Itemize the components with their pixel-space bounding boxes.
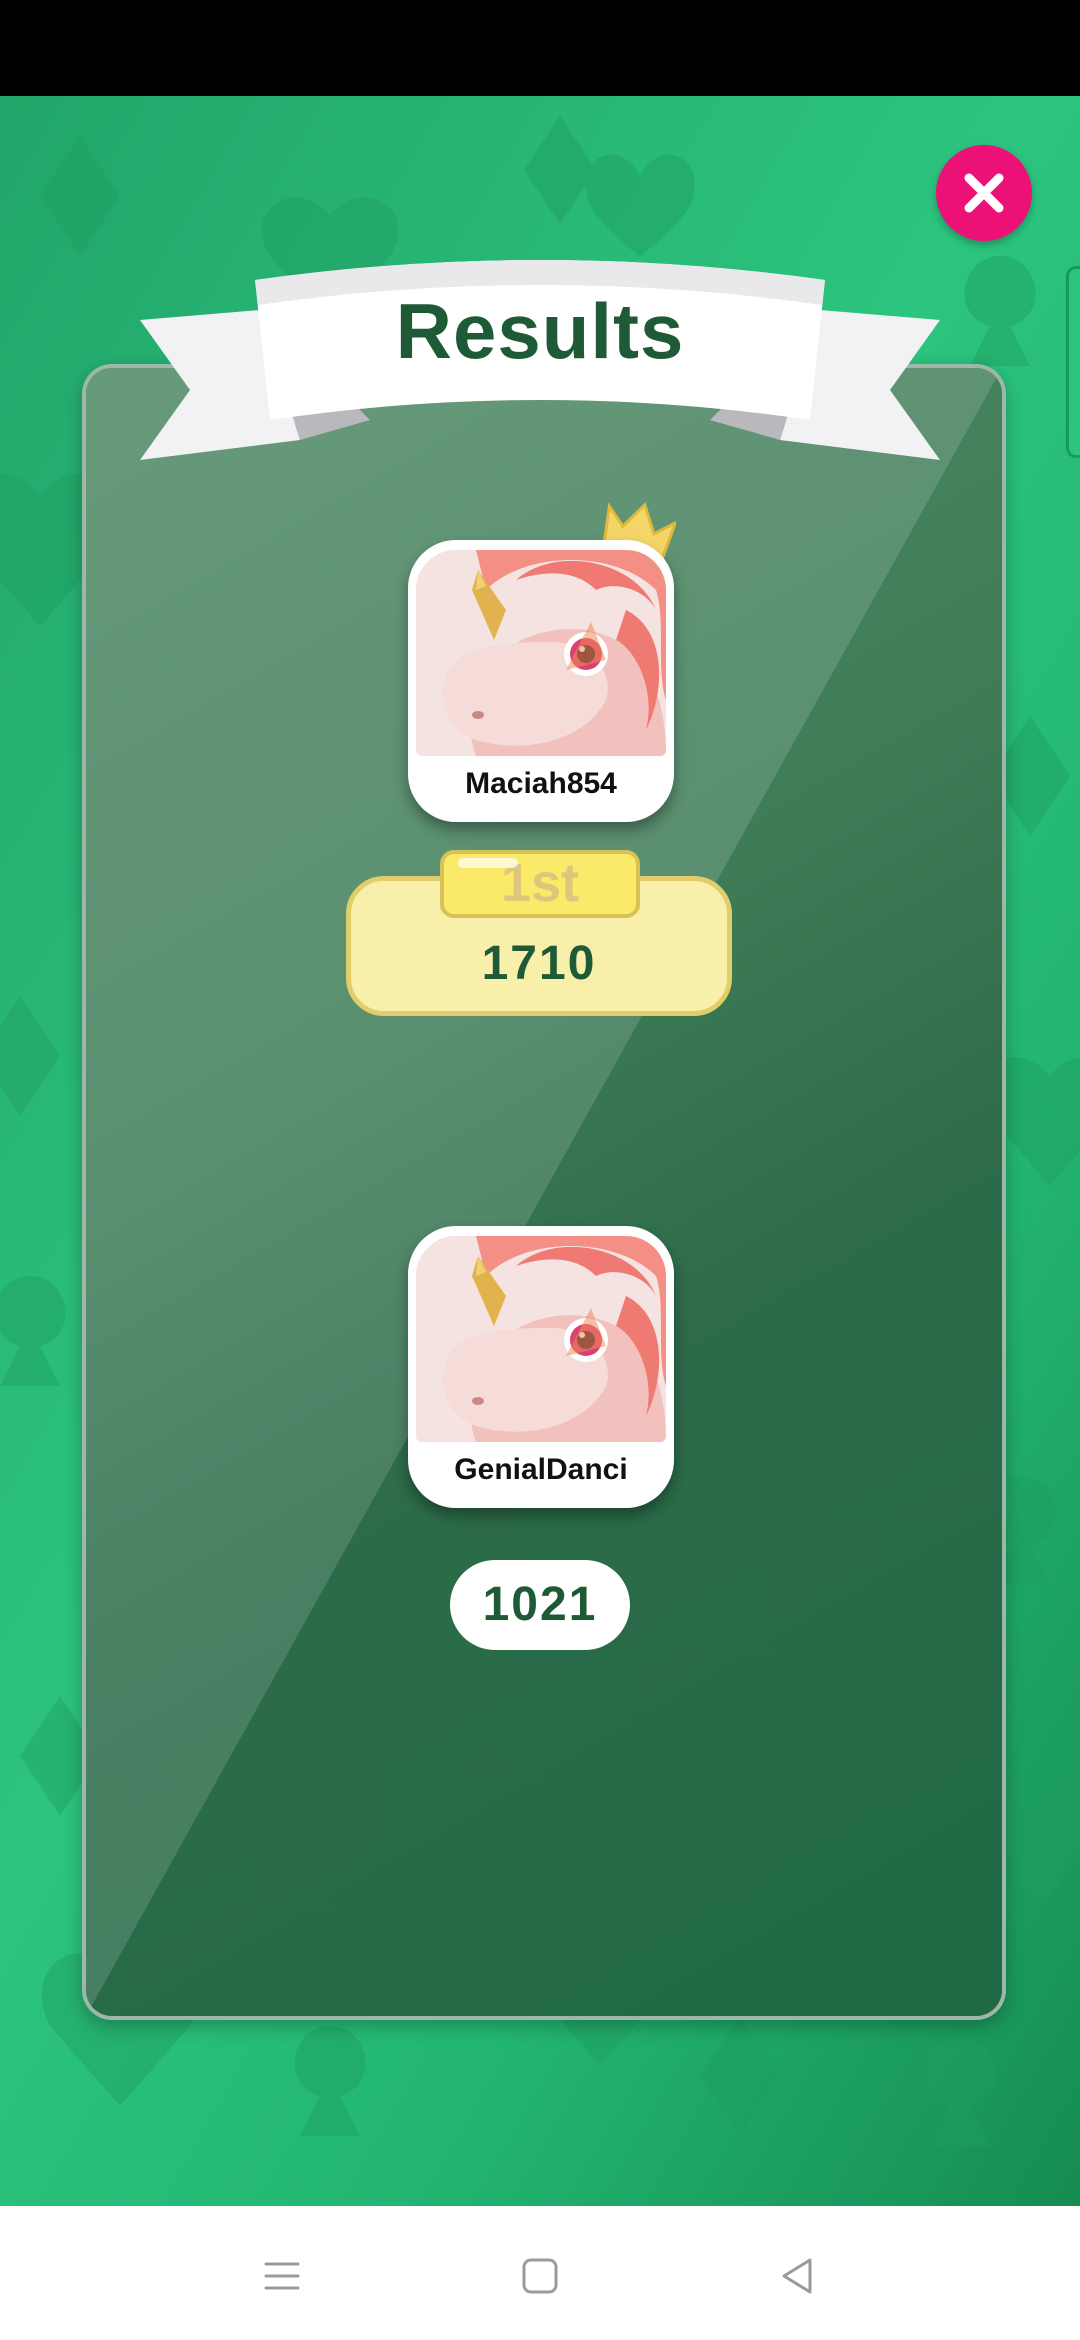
score-value-second: 1021 <box>450 1560 630 1650</box>
page-title: Results <box>395 287 685 375</box>
system-nav-bar <box>0 2206 1080 2340</box>
home-button[interactable] <box>510 2246 570 2306</box>
score-value-first: 1710 <box>481 937 597 990</box>
player-card-first: Maciah854 <box>408 540 674 822</box>
recent-apps-button[interactable] <box>252 2246 312 2306</box>
player-name: GenialDanci <box>454 1453 628 1486</box>
menu-icon <box>264 2262 300 2290</box>
player-name: Maciah854 <box>465 767 617 800</box>
close-icon <box>964 173 1004 213</box>
rank-badge: 1st <box>440 850 640 918</box>
avatar <box>416 1236 666 1442</box>
unicorn-avatar-image <box>416 550 666 756</box>
player-card-second: GenialDanci <box>408 1226 674 1508</box>
status-bar <box>0 0 1080 96</box>
unicorn-avatar-image <box>416 1236 666 1442</box>
avatar <box>416 550 666 756</box>
back-icon <box>782 2258 812 2294</box>
home-icon <box>522 2258 558 2294</box>
back-button[interactable] <box>768 2246 828 2306</box>
close-button[interactable] <box>936 145 1032 241</box>
